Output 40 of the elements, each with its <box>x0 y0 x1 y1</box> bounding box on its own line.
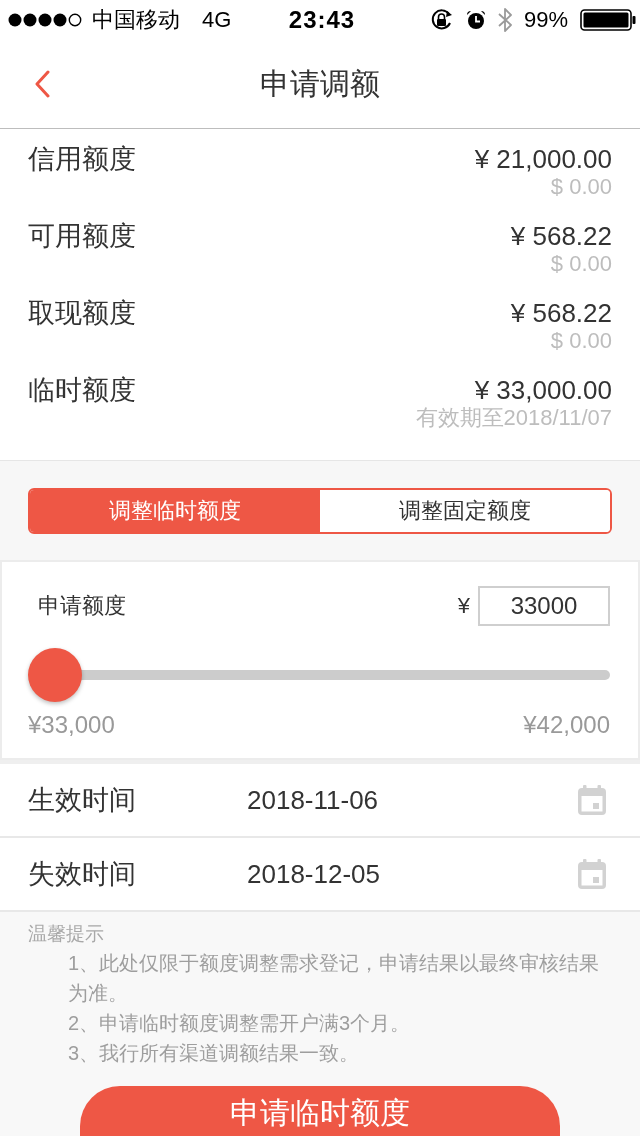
limit-subtext: $ 0.00 <box>550 328 612 354</box>
limit-amount: ¥ 568.22 <box>510 221 612 251</box>
date-label: 失效时间 <box>28 858 137 891</box>
battery-percent: 99% <box>523 7 568 33</box>
limit-amount: ¥ 568.22 <box>510 298 612 328</box>
slider-thumb[interactable] <box>28 648 82 702</box>
tip-text: 3、我行所有渠道调额结果一致。 <box>68 1041 361 1066</box>
limit-subtext: 有效期至2018/11/07 <box>415 405 612 431</box>
carrier-name: 中国移动 <box>92 6 180 34</box>
amount-slider[interactable] <box>28 648 610 702</box>
calendar-icon <box>578 785 606 815</box>
calendar-icon <box>578 859 606 889</box>
limit-amount: ¥ 33,000.00 <box>474 375 612 405</box>
limit-amount: ¥ 21,000.00 <box>474 144 612 174</box>
page-title: 申请调额 <box>260 65 380 102</box>
amount-label: 申请额度 <box>38 592 126 620</box>
slider-min-label: ¥33,000 <box>28 710 115 740</box>
signal-strength-icon <box>8 13 82 27</box>
date-value: 2018-12-05 <box>247 858 380 890</box>
currency-symbol: ¥ <box>457 593 470 619</box>
limit-label: 临时额度 <box>28 375 136 405</box>
limit-subtext: $ 0.00 <box>550 174 612 200</box>
tip-text: 1、此处仅限于额度调整需求登记，申请结果以最终审核结果为准。 <box>68 951 600 1006</box>
tips-title: 温馨提示 <box>28 922 104 946</box>
slider-max-label: ¥42,000 <box>523 710 610 740</box>
limit-label: 信用额度 <box>28 144 136 174</box>
bluetooth-icon <box>497 7 512 33</box>
network-type: 4G <box>202 7 232 33</box>
tip-text: 2、申请临时额度调整需开户满3个月。 <box>68 1011 412 1036</box>
rotation-lock-icon <box>429 9 454 31</box>
limit-label: 可用额度 <box>28 221 136 251</box>
limit-subtext: $ 0.00 <box>550 251 612 277</box>
alarm-clock-icon <box>465 10 486 30</box>
limit-label: 取现额度 <box>28 298 136 328</box>
date-value: 2018-11-06 <box>247 784 379 816</box>
amount-input[interactable]: 33000 <box>478 586 610 626</box>
battery-icon <box>580 9 636 31</box>
date-label: 生效时间 <box>28 784 137 817</box>
status-time: 23:43 <box>288 6 356 34</box>
back-chevron-icon <box>34 70 50 98</box>
